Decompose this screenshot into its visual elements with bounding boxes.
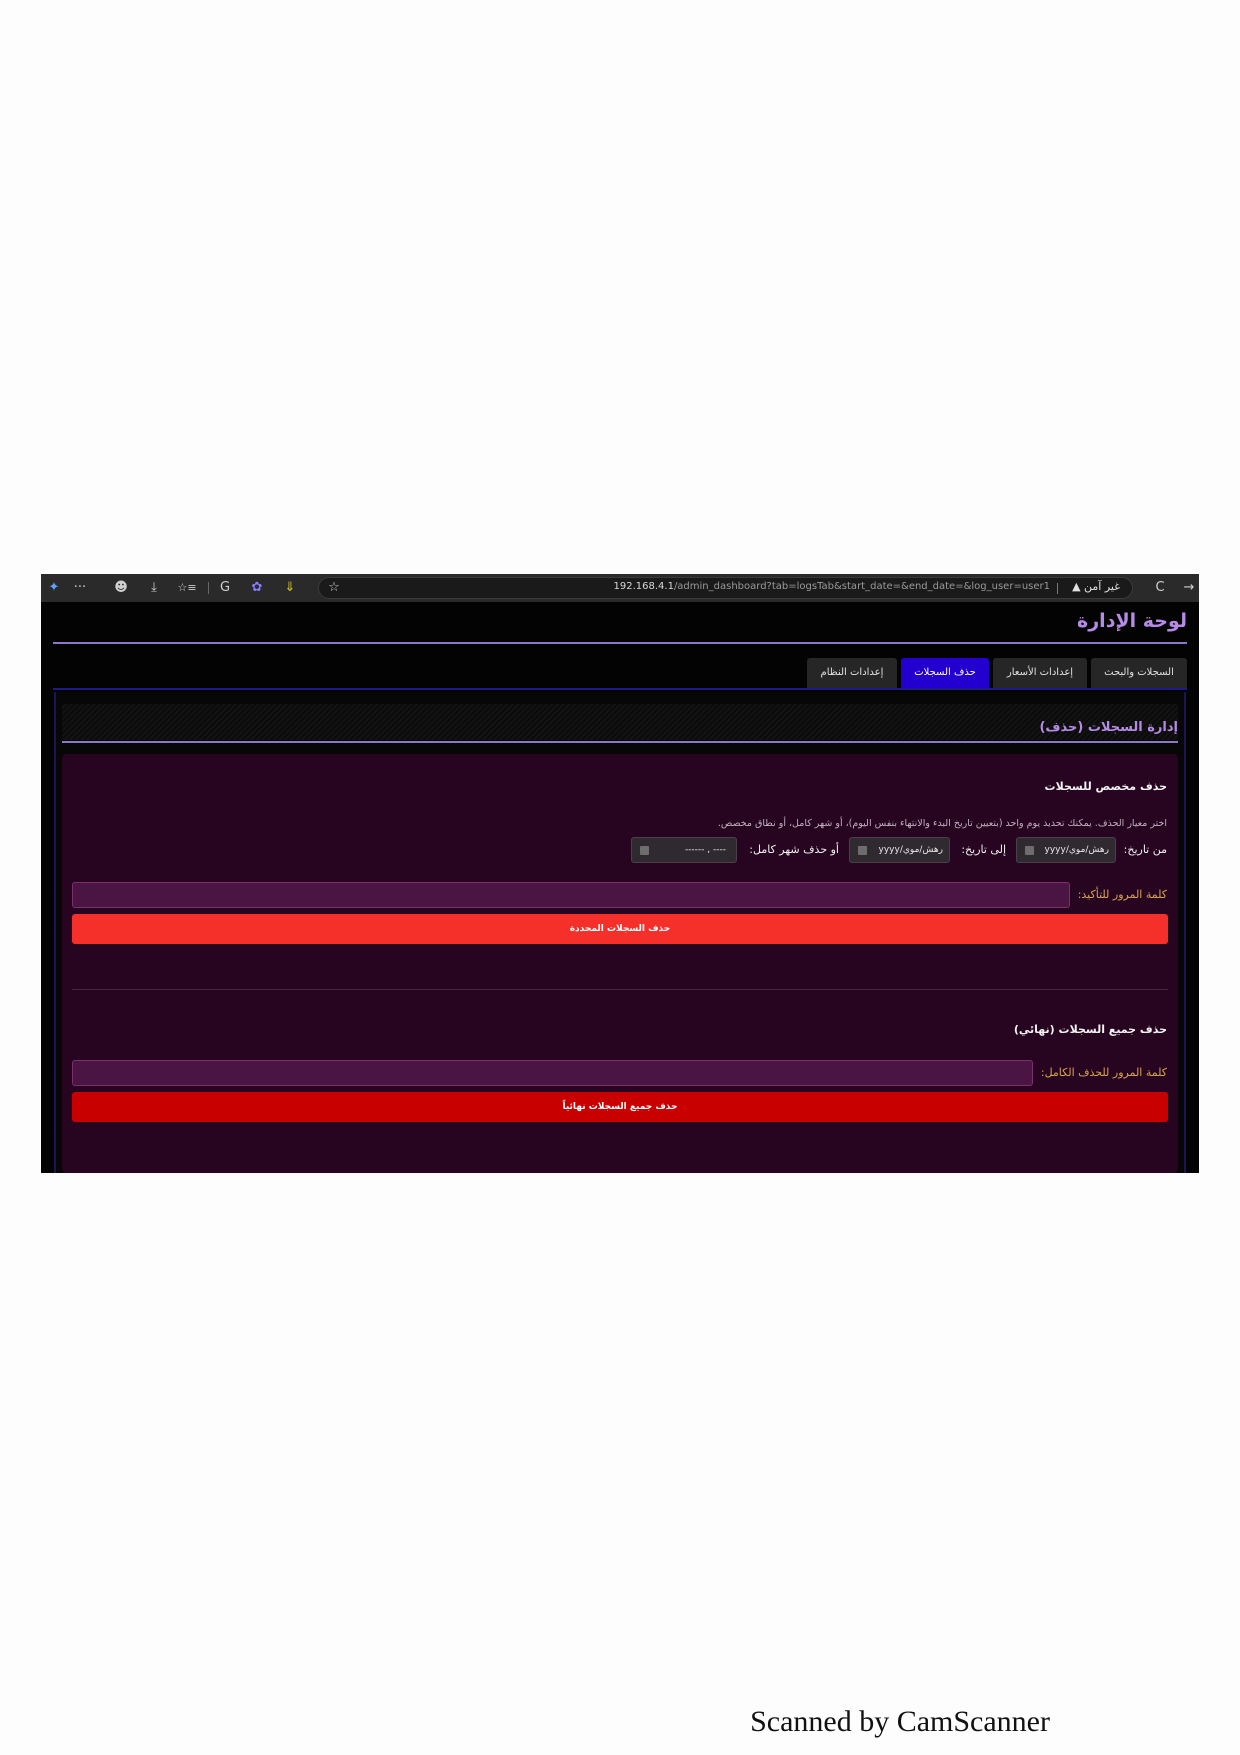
confirm-password-label: كلمة المرور للتأكيد: [1077, 888, 1167, 901]
address-bar[interactable]: ☆ 192.168.4.1/admin_dashboard?tab=logsTa… [318, 577, 1133, 599]
calendar-icon[interactable] [640, 846, 649, 855]
more-icon[interactable]: ··· [71, 579, 89, 597]
month-delete-label: أو حذف شهر كامل: [749, 843, 839, 856]
admin-dashboard: لوحة الإدارة السجلات والبحث إعدادات الأس… [41, 602, 1199, 1173]
page-title: لوحة الإدارة [1077, 610, 1187, 632]
title-underline [53, 642, 1187, 644]
browser-toolbar: ✦ ··· ☻ ⤓ ☆≡ G ✿ ⇓ ☆ 192.168.4.1/admin_d… [41, 574, 1199, 602]
extension-colorful-icon[interactable]: ✿ [248, 579, 266, 597]
delete-logs-card: حذف مخصص للسجلات اختر معيار الحذف. يمكنك… [62, 754, 1178, 1173]
favorites-collection-icon[interactable]: ☆≡ [176, 579, 198, 597]
warning-icon: ▲ [1072, 580, 1081, 593]
back-arrow-icon[interactable]: → [1180, 579, 1198, 597]
url-path: /admin_dashboard?tab=logsTab&start_date=… [673, 581, 1050, 592]
tab-system-settings[interactable]: إعدادات النظام [807, 658, 897, 688]
to-date-label: إلى تاريخ: [961, 843, 1006, 856]
tab-price-settings[interactable]: إعدادات الأسعار [993, 658, 1087, 688]
extension-g-icon[interactable]: G [216, 579, 234, 597]
url-text[interactable]: 192.168.4.1/admin_dashboard?tab=logsTab&… [614, 581, 1051, 592]
security-text: غير آمن [1084, 580, 1120, 593]
edge-logo-icon[interactable]: ✦ [45, 579, 63, 597]
section-underline [62, 741, 1178, 743]
calendar-icon[interactable] [1025, 846, 1034, 855]
profile-avatar-icon[interactable]: ☻ [112, 579, 130, 597]
panel-header-band [62, 704, 1178, 740]
to-date-value: yyyy/رهش/موي [878, 845, 943, 855]
tab-delete-logs[interactable]: حذف السجلات [901, 658, 989, 688]
month-value: ------ , ---- [684, 845, 726, 855]
reload-icon[interactable]: C [1151, 579, 1169, 597]
tab-logs-search[interactable]: السجلات والبحث [1091, 658, 1187, 688]
to-date-input[interactable]: yyyy/رهش/موي [849, 837, 950, 863]
month-input[interactable]: ------ , ---- [631, 837, 737, 863]
tabs-underline [53, 688, 1187, 690]
full-delete-password-label: كلمة المرور للحذف الكامل: [1040, 1066, 1167, 1079]
delete-all-heading: حذف جميع السجلات (نهائي) [1013, 1023, 1167, 1036]
calendar-icon[interactable] [858, 846, 867, 855]
browser-screenshot: ✦ ··· ☻ ⤓ ☆≡ G ✿ ⇓ ☆ 192.168.4.1/admin_d… [41, 574, 1199, 1173]
toolbar-divider [208, 582, 209, 594]
custom-delete-description: اختر معيار الحذف. يمكنك تحديد يوم واحد (… [717, 818, 1167, 829]
from-date-value: yyyy/رهش/موي [1044, 845, 1109, 855]
address-separator [1057, 583, 1058, 594]
custom-delete-heading: حذف مخصص للسجلات [1044, 780, 1167, 793]
downloads-icon[interactable]: ⤓ [145, 579, 163, 597]
url-host: 192.168.4.1 [613, 581, 674, 592]
from-date-label: من تاريخ: [1123, 843, 1167, 856]
full-delete-password-input[interactable] [72, 1060, 1033, 1086]
confirm-password-input[interactable] [72, 882, 1070, 908]
from-date-input[interactable]: yyyy/رهش/موي [1016, 837, 1116, 863]
delete-all-logs-button[interactable]: حذف جميع السجلات نهائياً [72, 1092, 1168, 1122]
camscanner-watermark: Scanned by CamScanner [750, 1705, 1050, 1738]
section-divider [72, 989, 1168, 990]
section-title: إدارة السجلات (حذف) [1039, 720, 1178, 735]
tab-panel-delete-logs: إدارة السجلات (حذف) حذف مخصص للسجلات اخت… [54, 692, 1186, 1173]
security-indicator[interactable]: ▲ غير آمن [1072, 580, 1120, 593]
add-favorite-icon[interactable]: ☆ [325, 579, 343, 597]
delete-selected-logs-button[interactable]: حذف السجلات المحددة [72, 914, 1168, 944]
extension-download-icon[interactable]: ⇓ [281, 579, 299, 597]
